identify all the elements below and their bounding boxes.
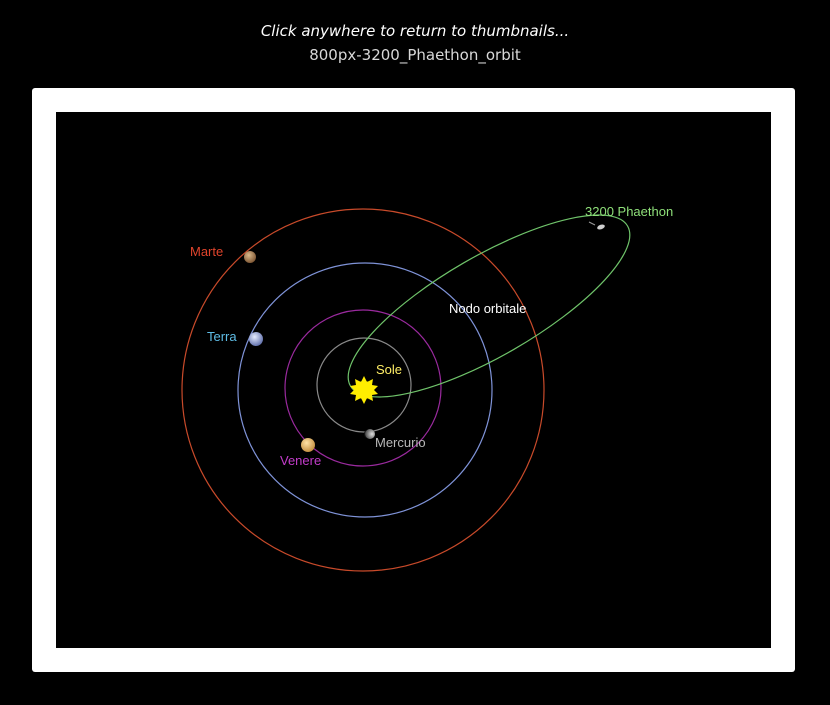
orbit-image[interactable]: Marte Terra Venere Mercurio Sole Nodo or… (56, 112, 771, 648)
mercury-label: Mercurio (375, 435, 426, 450)
orbit-diagram: Marte Terra Venere Mercurio Sole Nodo or… (181, 204, 673, 572)
mercury-planet-icon (364, 429, 375, 439)
earth-label: Terra (207, 329, 237, 344)
venus-planet-icon (301, 438, 315, 452)
return-to-thumbnails-hint[interactable]: Click anywhere to return to thumbnails..… (0, 20, 830, 42)
sun-icon (350, 376, 378, 404)
image-title: 800px-3200_Phaethon_orbit (309, 46, 521, 64)
image-frame[interactable]: Marte Terra Venere Mercurio Sole Nodo or… (32, 88, 795, 672)
earth-planet-icon (249, 332, 263, 346)
phaethon-asteroid-icon (588, 221, 605, 230)
lightbox-overlay[interactable]: Click anywhere to return to thumbnails..… (0, 0, 830, 705)
phaethon-label: 3200 Phaethon (585, 204, 673, 219)
venus-label: Venere (280, 453, 321, 468)
orbital-node-label: Nodo orbitale (449, 301, 526, 316)
sun-label: Sole (376, 362, 402, 377)
mars-label: Marte (190, 244, 223, 259)
mars-planet-icon (244, 251, 256, 263)
